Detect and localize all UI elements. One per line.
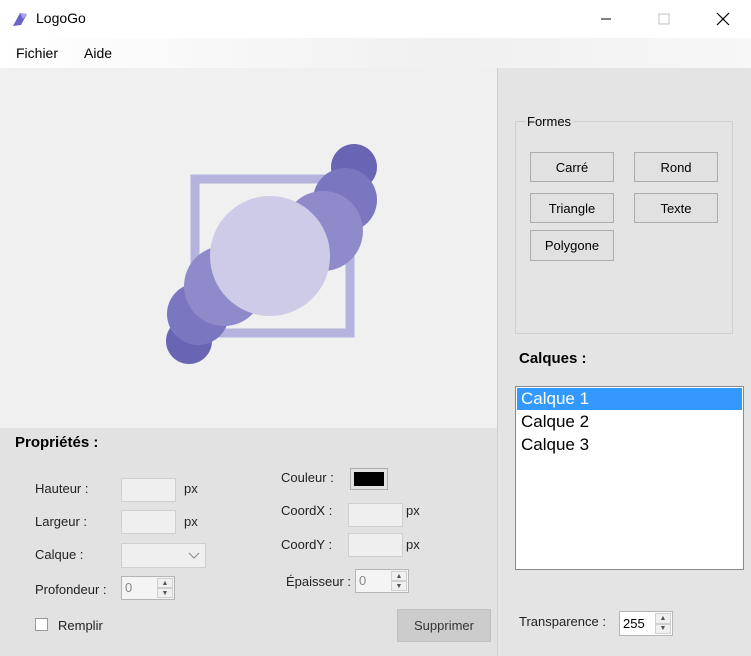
window-title: LogoGo	[36, 10, 86, 26]
minimize-icon	[601, 18, 611, 20]
transparence-label: Transparence :	[519, 614, 606, 629]
hauteur-unit: px	[184, 481, 198, 496]
calque-label: Calque :	[35, 547, 84, 562]
largeur-label: Largeur :	[35, 514, 88, 529]
profondeur-value: 0	[125, 580, 133, 595]
remplir-checkbox[interactable]	[35, 618, 48, 631]
polygone-button[interactable]: Polygone	[530, 230, 614, 261]
maximize-button[interactable]	[641, 0, 687, 38]
chevron-down-icon	[188, 552, 200, 559]
rond-button[interactable]: Rond	[634, 152, 718, 182]
coordy-unit: px	[406, 537, 420, 552]
spin-down-icon[interactable]: ▼	[655, 623, 671, 634]
minimize-button[interactable]	[583, 0, 629, 38]
layer-item[interactable]: Calque 1	[517, 388, 742, 410]
coordy-input[interactable]	[348, 533, 403, 557]
supprimer-button[interactable]: Supprimer	[397, 609, 491, 642]
layer-item[interactable]: Calque 3	[517, 434, 742, 456]
maximize-icon	[658, 13, 670, 25]
spin-down-icon[interactable]: ▼	[391, 581, 407, 591]
app-logo-icon	[11, 10, 29, 28]
triangle-button[interactable]: Triangle	[530, 193, 614, 223]
transparence-value: 255	[623, 616, 645, 631]
largeur-unit: px	[184, 514, 198, 529]
epaisseur-label: Épaisseur :	[286, 574, 352, 589]
couleur-label: Couleur :	[281, 470, 334, 485]
drawing-canvas[interactable]	[0, 68, 497, 428]
properties-heading: Propriétés :	[15, 434, 99, 451]
coordx-label: CoordX :	[281, 503, 333, 518]
layer-item[interactable]: Calque 2	[517, 411, 742, 433]
carre-button[interactable]: Carré	[530, 152, 614, 182]
coordx-input[interactable]	[348, 503, 403, 527]
spin-down-icon[interactable]: ▼	[157, 588, 173, 598]
coordy-label: CoordY :	[281, 537, 333, 552]
menu-fichier[interactable]: Fichier	[16, 45, 58, 61]
spin-up-icon[interactable]: ▲	[655, 613, 671, 624]
remplir-label: Remplir	[58, 618, 103, 633]
hauteur-label: Hauteur :	[35, 481, 89, 496]
calque-select[interactable]	[121, 543, 206, 568]
couleur-button[interactable]	[350, 468, 388, 490]
calques-heading: Calques :	[519, 350, 587, 367]
menu-bar	[0, 38, 751, 68]
largeur-input[interactable]	[121, 510, 176, 534]
formes-group-title: Formes	[525, 114, 574, 129]
epaisseur-stepper[interactable]: 0 ▲ ▼	[355, 569, 409, 593]
epaisseur-value: 0	[359, 573, 367, 588]
texte-button[interactable]: Texte	[634, 193, 718, 223]
color-swatch	[354, 472, 384, 486]
layers-list[interactable]: Calque 1 Calque 2 Calque 3	[515, 386, 744, 570]
close-button[interactable]	[700, 0, 746, 38]
transparence-stepper[interactable]: 255 ▲ ▼	[619, 611, 673, 636]
hauteur-input[interactable]	[121, 478, 176, 502]
title-bar	[0, 0, 751, 38]
close-icon	[716, 12, 730, 26]
spin-up-icon[interactable]: ▲	[391, 571, 407, 581]
circle-shape	[210, 196, 330, 316]
profondeur-label: Profondeur :	[35, 582, 107, 597]
coordx-unit: px	[406, 503, 420, 518]
spin-up-icon[interactable]: ▲	[157, 578, 173, 588]
profondeur-stepper[interactable]: 0 ▲ ▼	[121, 576, 175, 600]
menu-aide[interactable]: Aide	[84, 45, 112, 61]
